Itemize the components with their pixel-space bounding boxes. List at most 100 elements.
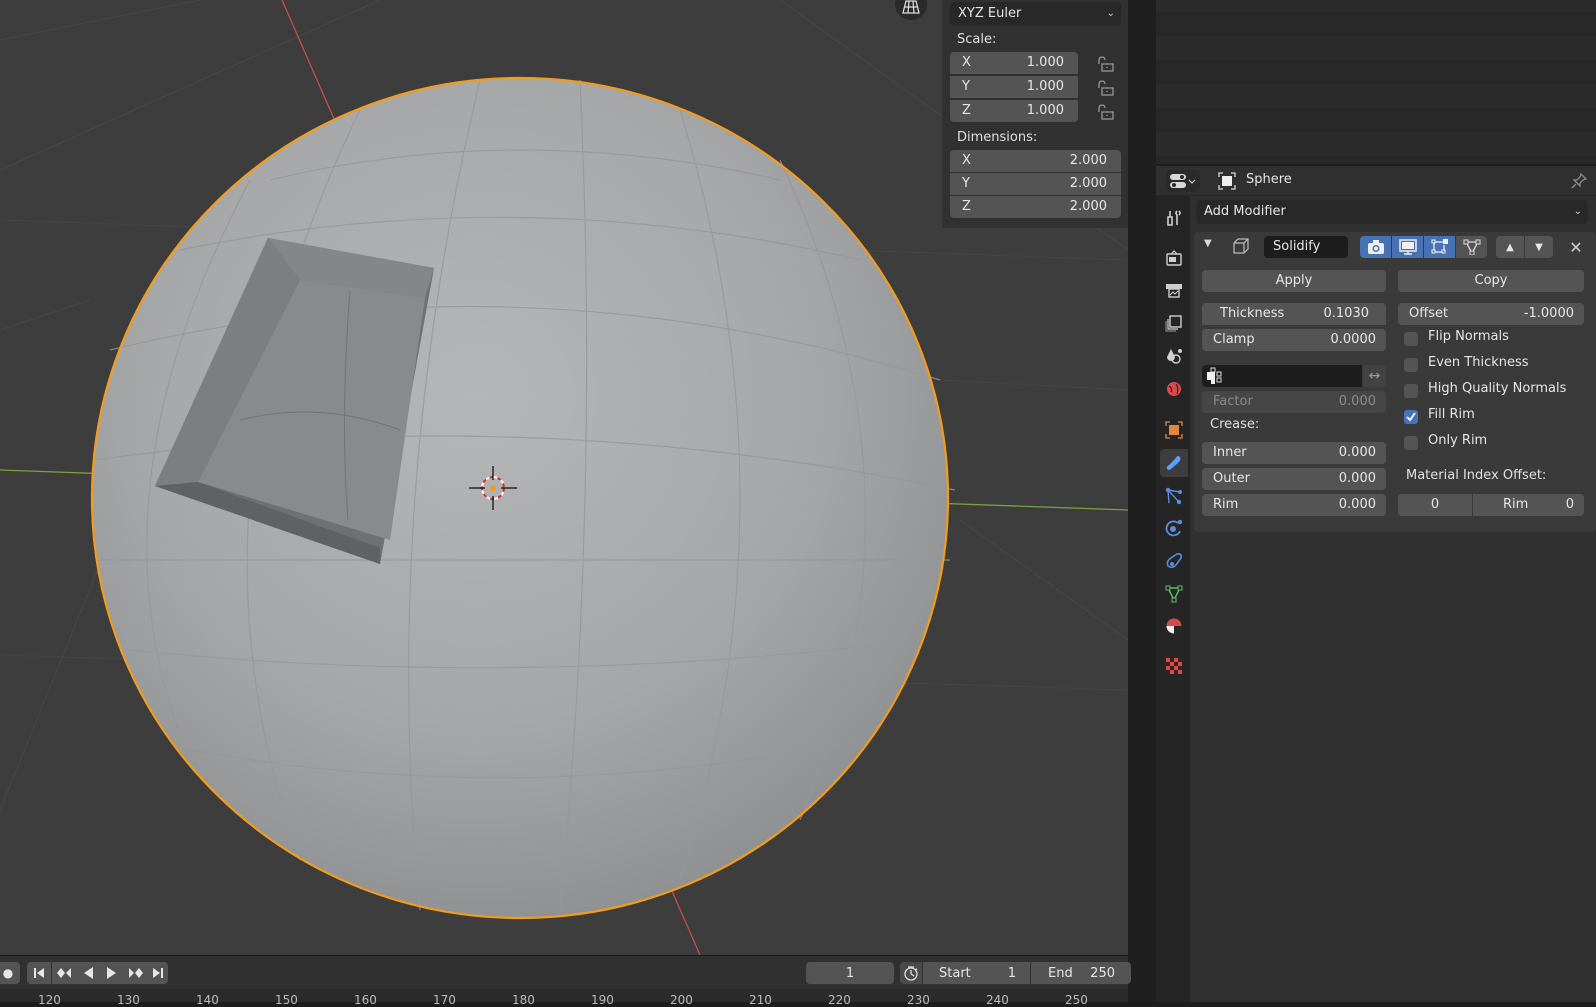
jump-start-button[interactable] [27, 962, 51, 984]
tab-object[interactable] [1160, 416, 1188, 444]
swap-arrows-icon: ↔ [1368, 368, 1381, 384]
viewport-toggle-button[interactable] [1392, 236, 1423, 258]
next-keyframe-button[interactable] [124, 962, 148, 984]
end-label: End [1048, 965, 1073, 981]
vertex-group-field[interactable] [1202, 365, 1362, 387]
clamp-field[interactable]: Clamp 0.0000 [1202, 329, 1386, 351]
scale-y-field[interactable]: Y 1.000 [950, 76, 1078, 98]
ruler-tick-label: 230 [907, 993, 930, 1007]
offset-field[interactable]: Offset -1.0000 [1398, 303, 1584, 325]
scale-z-lock-icon[interactable] [1097, 104, 1115, 120]
material-index-offset-field[interactable]: 0 [1398, 494, 1472, 516]
outliner-row[interactable] [1156, 84, 1596, 108]
timeline: ● 1 Start 1 End 250 120 130 140 150 160 170 180 1… [0, 955, 1131, 1007]
tab-constraints[interactable] [1160, 547, 1188, 575]
dimensions-y-field[interactable]: Y 2.000 [950, 173, 1121, 195]
cage-toggle-button[interactable] [1456, 236, 1487, 258]
add-modifier-dropdown[interactable]: Add Modifier ⌄ [1196, 200, 1588, 224]
current-frame-field[interactable]: 1 [806, 962, 894, 984]
scale-x-field[interactable]: X 1.000 [950, 52, 1078, 74]
outliner-row[interactable] [1156, 12, 1596, 36]
prev-keyframe-button[interactable] [52, 962, 76, 984]
rotation-mode-dropdown[interactable]: XYZ Euler ⌄ [950, 2, 1121, 26]
field-value: 2.000 [1069, 199, 1107, 214]
play-reverse-button[interactable] [76, 962, 100, 984]
checkbox[interactable] [1404, 384, 1418, 398]
checkbox[interactable] [1404, 358, 1418, 372]
material-icon [1166, 618, 1182, 634]
play-button[interactable] [100, 962, 124, 984]
tab-physics[interactable] [1160, 514, 1188, 542]
checkbox[interactable] [1404, 332, 1418, 346]
world-icon [1167, 382, 1181, 396]
area-separator[interactable] [1128, 0, 1156, 1002]
start-value: 1 [1007, 965, 1016, 981]
outliner-row[interactable] [1156, 60, 1596, 84]
apply-button[interactable]: Apply [1202, 270, 1386, 292]
tab-texture[interactable] [1160, 652, 1188, 680]
tab-world[interactable] [1160, 375, 1188, 403]
invert-vertex-group-button[interactable]: ↔ [1363, 365, 1386, 387]
field-label: Rim [1213, 497, 1239, 512]
scale-y-lock-icon[interactable] [1097, 80, 1115, 96]
copy-button[interactable]: Copy [1398, 270, 1584, 292]
move-up-button[interactable]: ▲ [1496, 236, 1524, 258]
tab-view-layer[interactable] [1160, 309, 1188, 337]
tab-particles[interactable] [1160, 482, 1188, 510]
checkbox-label: Only Rim [1428, 433, 1488, 448]
checkbox-checked[interactable] [1404, 410, 1418, 424]
field-label: Y [962, 79, 970, 94]
outliner[interactable] [1156, 0, 1596, 164]
render-toggle-button[interactable] [1360, 236, 1391, 258]
tab-material[interactable] [1160, 612, 1188, 640]
field-value: 0.000 [1338, 471, 1376, 486]
factor-field[interactable]: Factor 0.000 [1202, 391, 1386, 413]
jump-end-icon [153, 968, 163, 978]
tab-tool[interactable] [1160, 204, 1188, 232]
thickness-field[interactable]: Thickness 0.1030 [1202, 303, 1386, 325]
add-modifier-label: Add Modifier [1204, 204, 1286, 219]
texture-icon [1166, 658, 1182, 674]
tab-modifiers[interactable] [1160, 449, 1188, 477]
editor-type-button[interactable] [1166, 170, 1200, 192]
vertex-group-icon [1207, 367, 1222, 384]
crease-outer-field[interactable]: Outer 0.000 [1202, 468, 1386, 490]
field-value: 0.000 [1338, 497, 1376, 512]
end-frame-field[interactable]: End 250 [1031, 962, 1131, 984]
outliner-row[interactable] [1156, 36, 1596, 60]
3d-viewport[interactable]: XYZ Euler ⌄ Scale: X 1.000 Y 1.000 Z 1.000 … [0, 0, 1128, 955]
checkbox[interactable] [1404, 436, 1418, 450]
tab-render[interactable] [1160, 244, 1188, 272]
tab-output[interactable] [1160, 276, 1188, 304]
material-index-rim-field[interactable]: Rim 0 [1473, 494, 1584, 516]
scene-icon [1167, 349, 1182, 364]
record-button[interactable]: ● [0, 962, 20, 984]
ruler-tick-label: 120 [38, 993, 61, 1007]
output-icon [1166, 284, 1182, 298]
field-label: Y [962, 176, 970, 191]
jump-end-button[interactable] [148, 962, 168, 984]
dimensions-x-field[interactable]: X 2.000 [950, 150, 1121, 172]
scale-z-field[interactable]: Z 1.000 [950, 100, 1078, 122]
sphere-object[interactable] [90, 76, 956, 920]
outliner-row[interactable] [1156, 108, 1596, 132]
end-value: 250 [1090, 965, 1115, 981]
properties-editor-icon [1170, 174, 1196, 188]
start-frame-field[interactable]: Start 1 [923, 962, 1030, 984]
move-down-button[interactable]: ▼ [1525, 236, 1553, 258]
modifier-name-field[interactable]: Solidify [1264, 236, 1348, 258]
outliner-row[interactable] [1156, 132, 1596, 156]
crease-inner-field[interactable]: Inner 0.000 [1202, 442, 1386, 464]
modifier-name: Solidify [1273, 239, 1321, 254]
collapse-triangle-icon[interactable]: ▼ [1204, 238, 1212, 249]
crease-rim-field[interactable]: Rim 0.000 [1202, 494, 1386, 516]
tab-scene[interactable] [1160, 342, 1188, 370]
editmode-toggle-button[interactable] [1424, 236, 1455, 258]
tab-data[interactable] [1160, 580, 1188, 608]
field-label: Z [962, 103, 971, 118]
remove-modifier-button[interactable]: ✕ [1562, 236, 1590, 258]
scale-x-lock-icon[interactable] [1097, 56, 1115, 72]
pin-icon[interactable] [1570, 172, 1588, 190]
preview-range-button[interactable] [900, 962, 922, 984]
dimensions-z-field[interactable]: Z 2.000 [950, 196, 1121, 218]
